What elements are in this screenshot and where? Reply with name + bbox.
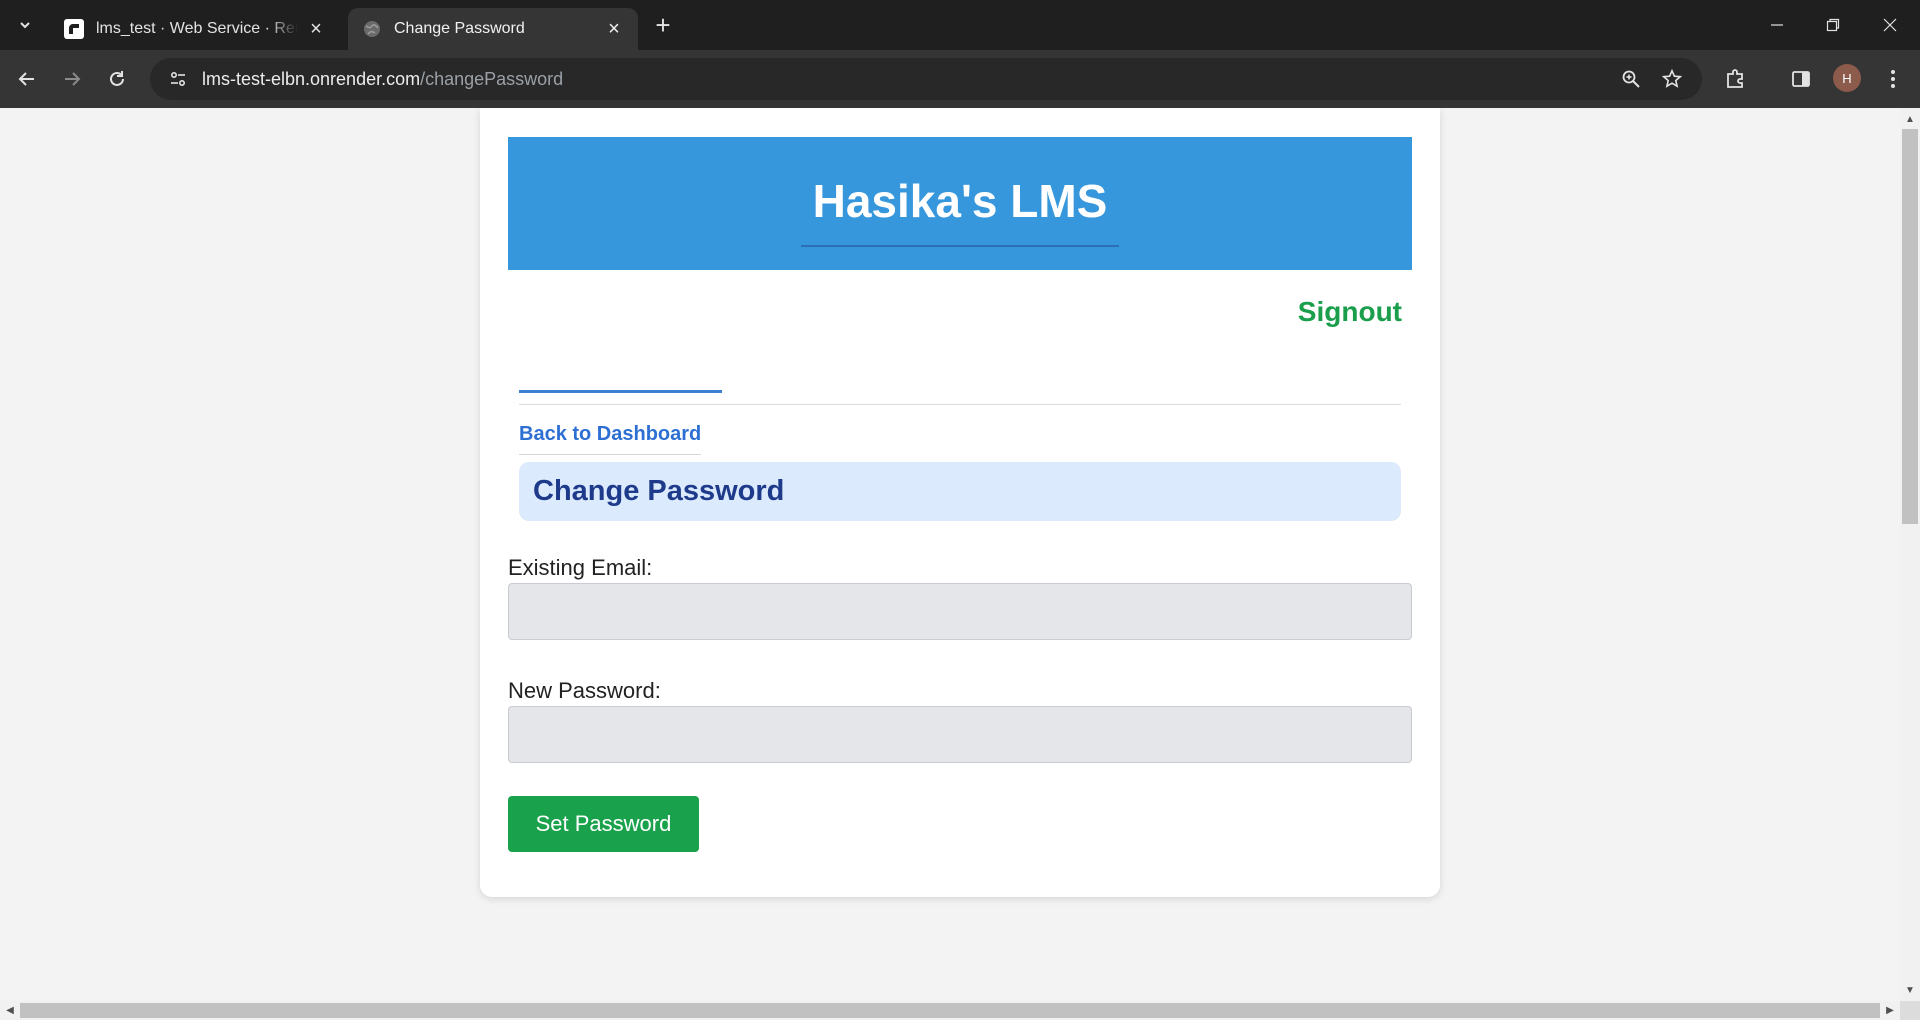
scroll-up-arrow-icon[interactable]: ▲ — [1900, 110, 1920, 128]
browser-tab-bar: lms_test · Web Service · Render × Change… — [0, 0, 1920, 50]
reload-icon[interactable] — [100, 62, 134, 96]
horizontal-scroll-thumb[interactable] — [20, 1003, 1880, 1018]
scroll-down-arrow-icon[interactable]: ▼ — [1900, 981, 1920, 999]
back-arrow-icon[interactable] — [10, 62, 44, 96]
zoom-icon[interactable] — [1617, 65, 1645, 93]
url-path: /changePassword — [420, 68, 564, 89]
new-password-field[interactable] — [508, 706, 1412, 763]
back-to-dashboard-link[interactable]: Back to Dashboard — [519, 423, 702, 455]
side-panel-icon[interactable] — [1784, 62, 1818, 96]
horizontal-scrollbar[interactable]: ◀ ▶ — [0, 1001, 1900, 1020]
render-logo-icon — [64, 19, 84, 39]
vertical-scroll-thumb[interactable] — [1902, 129, 1918, 524]
url-host: lms-test-elbn.onrender.com — [202, 68, 421, 89]
tab-search-chevron-icon[interactable] — [12, 12, 38, 38]
divider — [519, 404, 1401, 405]
close-window-icon[interactable] — [1875, 10, 1905, 40]
address-bar[interactable]: lms-test-elbn.onrender.com/changePasswor… — [150, 58, 1702, 100]
extensions-puzzle-icon[interactable] — [1719, 62, 1753, 96]
site-info-icon[interactable] — [164, 65, 192, 93]
close-icon[interactable]: × — [306, 18, 326, 40]
bookmark-star-icon[interactable] — [1658, 65, 1686, 93]
vertical-scrollbar[interactable]: ▲ ▼ — [1900, 108, 1920, 1001]
tab-change-password[interactable]: Change Password × — [348, 8, 638, 50]
restore-icon[interactable] — [1818, 10, 1848, 40]
menu-kebab-icon[interactable] — [1876, 62, 1910, 96]
tab-title: Change Password — [394, 20, 525, 37]
browser-toolbar: lms-test-elbn.onrender.com/changePasswor… — [0, 50, 1920, 108]
profile-avatar[interactable]: H — [1833, 64, 1861, 92]
email-label: Existing Email: — [508, 555, 653, 580]
tab-render-dashboard[interactable]: lms_test · Web Service · Render × — [50, 8, 340, 50]
signout-link[interactable]: Signout — [1298, 296, 1402, 328]
site-title: Hasika's LMS — [800, 177, 1120, 247]
tab-title: lms_test · Web Service · Render — [96, 20, 298, 37]
scroll-right-arrow-icon[interactable]: ▶ — [1881, 1001, 1899, 1020]
forward-arrow-icon[interactable] — [55, 62, 89, 96]
set-password-button[interactable]: Set Password — [508, 796, 699, 852]
new-tab-plus-icon[interactable]: + — [650, 10, 676, 40]
close-icon[interactable]: × — [604, 18, 624, 40]
new-password-label: New Password: — [508, 678, 661, 703]
header-banner: Hasika's LMS — [508, 137, 1412, 270]
page-title: Change Password — [519, 462, 1401, 521]
main-card: Hasika's LMS Signout Back to Dashboard C… — [480, 108, 1440, 897]
email-field[interactable] — [508, 583, 1412, 640]
active-nav-underline — [519, 390, 722, 393]
page-viewport: Hasika's LMS Signout Back to Dashboard C… — [0, 108, 1900, 1001]
scrollbar-corner — [1900, 1001, 1920, 1020]
minimize-icon[interactable] — [1762, 10, 1792, 40]
scroll-left-arrow-icon[interactable]: ◀ — [1, 1001, 19, 1020]
globe-icon — [364, 21, 380, 37]
